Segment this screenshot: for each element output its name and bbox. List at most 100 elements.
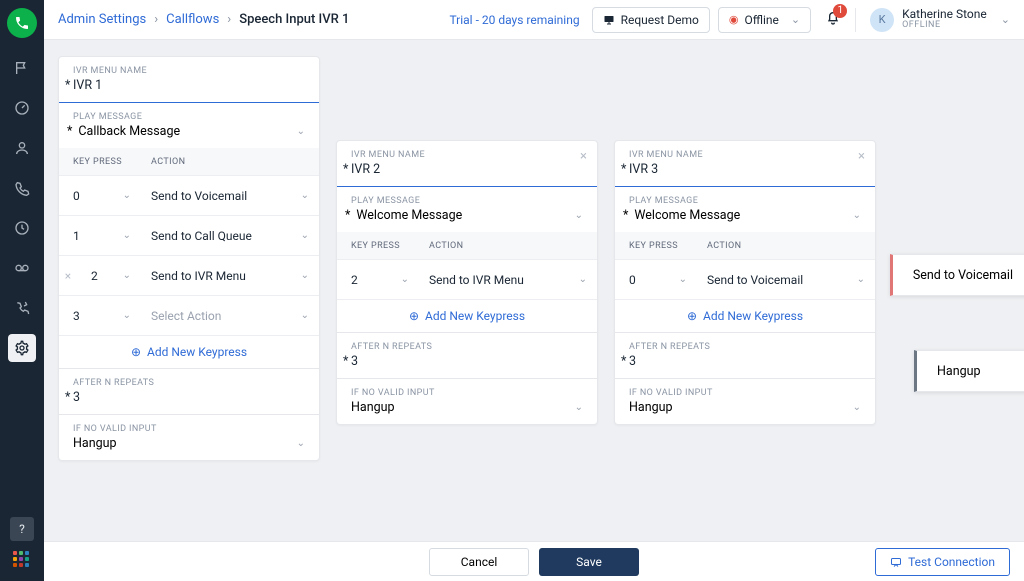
help-icon[interactable]: ? [10, 517, 34, 541]
request-demo-button[interactable]: Request Demo [592, 7, 710, 33]
breadcrumb: Admin Settings › Callflows › Speech Inpu… [58, 12, 349, 27]
play-message-select[interactable]: *Welcome Message⌄ [337, 208, 597, 232]
delete-row-icon[interactable]: × [59, 269, 77, 283]
call-icon[interactable] [0, 168, 44, 208]
save-button[interactable]: Save [539, 548, 639, 576]
play-message-label: PLAY MESSAGE [615, 187, 875, 208]
keypress-row: 3⌄ Select Action⌄ [59, 296, 319, 336]
chevron-down-icon: ⌄ [1001, 13, 1010, 26]
presentation-icon [603, 14, 615, 26]
breadcrumb-mid[interactable]: Callflows [166, 12, 219, 27]
ivr-card-1: IVR MENU NAME *IVR 1 PLAY MESSAGE *Callb… [58, 56, 320, 461]
notification-count: 1 [833, 4, 847, 18]
dashboard-icon[interactable] [0, 88, 44, 128]
chevron-right-icon: › [154, 12, 158, 27]
no-valid-select[interactable]: Hangup⌄ [615, 400, 875, 424]
footer-bar: Cancel Save Test Connection [44, 541, 1024, 581]
play-message-label: PLAY MESSAGE [59, 103, 319, 124]
chat-icon [890, 556, 902, 568]
breadcrumb-current: Speech Input IVR 1 [239, 12, 349, 27]
flag-icon[interactable] [0, 48, 44, 88]
after-repeats-label: AFTER N REPEATS [615, 333, 875, 354]
play-message-label: PLAY MESSAGE [337, 187, 597, 208]
action-select[interactable]: Send to IVR Menu⌄ [417, 273, 597, 287]
ivr-name-field[interactable]: *IVR 3 [615, 162, 875, 186]
keypress-header: KEY PRESS [337, 241, 417, 251]
test-connection-label: Test Connection [908, 555, 995, 569]
action-select[interactable]: Send to Call Queue⌄ [139, 229, 319, 243]
keypress-row: × 2⌄ Send to IVR Menu⌄ [59, 256, 319, 296]
after-repeats-label: AFTER N REPEATS [59, 369, 319, 390]
after-repeats-label: AFTER N REPEATS [337, 333, 597, 354]
plus-icon: ⊕ [687, 309, 697, 323]
action-header: ACTION [139, 157, 319, 167]
request-demo-label: Request Demo [621, 13, 699, 27]
keypress-select[interactable]: 0⌄ [615, 273, 695, 287]
no-valid-input-label: IF NO VALID INPUT [337, 379, 597, 400]
action-select[interactable]: Send to IVR Menu⌄ [139, 269, 319, 283]
play-message-select[interactable]: *Callback Message⌄ [59, 124, 319, 148]
chevron-down-icon: ⌄ [575, 210, 583, 221]
connector-hangup[interactable]: Hangup [914, 350, 1024, 392]
chevron-down-icon: ⌄ [297, 126, 305, 137]
ivr-name-field[interactable]: *IVR 1 [59, 78, 319, 102]
ivr-menu-name-label: IVR MENU NAME [615, 141, 875, 162]
add-keypress-button[interactable]: ⊕Add New Keypress [337, 300, 597, 332]
voicemail-icon[interactable] [0, 248, 44, 288]
left-nav: ? [0, 0, 44, 581]
test-connection-button[interactable]: Test Connection [875, 548, 1010, 576]
repeats-field[interactable]: *3 [59, 390, 319, 414]
action-select[interactable]: Send to Voicemail⌄ [139, 189, 319, 203]
chevron-down-icon: ⌄ [791, 13, 800, 26]
phone-icon[interactable] [7, 8, 37, 38]
keypress-select[interactable]: 2⌄ [77, 269, 139, 283]
play-message-select[interactable]: *Welcome Message⌄ [615, 208, 875, 232]
keypress-row: 2⌄ Send to IVR Menu⌄ [337, 260, 597, 300]
apps-grid-icon[interactable] [13, 551, 31, 569]
callflow-canvas: IVR MENU NAME *IVR 1 PLAY MESSAGE *Callb… [44, 40, 1024, 541]
ivr-card-3: × IVR MENU NAME *IVR 3 PLAY MESSAGE *Wel… [614, 140, 876, 425]
settings-icon[interactable] [8, 334, 36, 362]
user-menu[interactable]: K Katherine Stone OFFLINE ⌄ [855, 8, 1010, 32]
notifications-button[interactable]: 1 [825, 10, 841, 30]
repeats-field[interactable]: *3 [615, 354, 875, 378]
ivr-menu-name-label: IVR MENU NAME [59, 57, 319, 78]
power-icon[interactable] [0, 288, 44, 328]
status-dropdown[interactable]: ◉ Offline ⌄ [718, 7, 811, 33]
no-valid-select[interactable]: Hangup⌄ [337, 400, 597, 424]
chevron-down-icon: ⌄ [297, 438, 305, 449]
cancel-button[interactable]: Cancel [429, 548, 529, 576]
keypress-row: 0⌄ Send to Voicemail⌄ [59, 176, 319, 216]
action-header: ACTION [417, 241, 597, 251]
keypress-row: 1⌄ Send to Call Queue⌄ [59, 216, 319, 256]
breadcrumb-root[interactable]: Admin Settings [58, 12, 146, 27]
plus-icon: ⊕ [409, 309, 419, 323]
keypress-header: KEY PRESS [59, 157, 139, 167]
add-keypress-button[interactable]: ⊕Add New Keypress [59, 336, 319, 368]
connector-voicemail[interactable]: Send to Voicemail [890, 254, 1024, 296]
keypress-select[interactable]: 3⌄ [59, 309, 139, 323]
chevron-down-icon: ⌄ [575, 402, 583, 413]
keypress-select[interactable]: 2⌄ [337, 273, 417, 287]
no-valid-input-label: IF NO VALID INPUT [615, 379, 875, 400]
action-header: ACTION [695, 241, 875, 251]
status-dot-icon: ◉ [729, 13, 739, 26]
ivr-card-2: × IVR MENU NAME *IVR 2 PLAY MESSAGE *Wel… [336, 140, 598, 425]
no-valid-select[interactable]: Hangup⌄ [59, 436, 319, 460]
repeats-field[interactable]: *3 [337, 354, 597, 378]
ivr-menu-name-label: IVR MENU NAME [337, 141, 597, 162]
chevron-down-icon: ⌄ [853, 210, 861, 221]
add-keypress-button[interactable]: ⊕Add New Keypress [615, 300, 875, 332]
keypress-select[interactable]: 1⌄ [59, 229, 139, 243]
plus-icon: ⊕ [131, 345, 141, 359]
ivr-name-field[interactable]: *IVR 2 [337, 162, 597, 186]
action-select[interactable]: Select Action⌄ [139, 309, 319, 323]
user-icon[interactable] [0, 128, 44, 168]
action-select[interactable]: Send to Voicemail⌄ [695, 273, 875, 287]
avatar: K [870, 8, 894, 32]
trial-label: Trial - 20 days remaining [449, 13, 579, 27]
clock-icon[interactable] [0, 208, 44, 248]
status-label: Offline [744, 13, 778, 27]
topbar: Admin Settings › Callflows › Speech Inpu… [44, 0, 1024, 40]
keypress-select[interactable]: 0⌄ [59, 189, 139, 203]
